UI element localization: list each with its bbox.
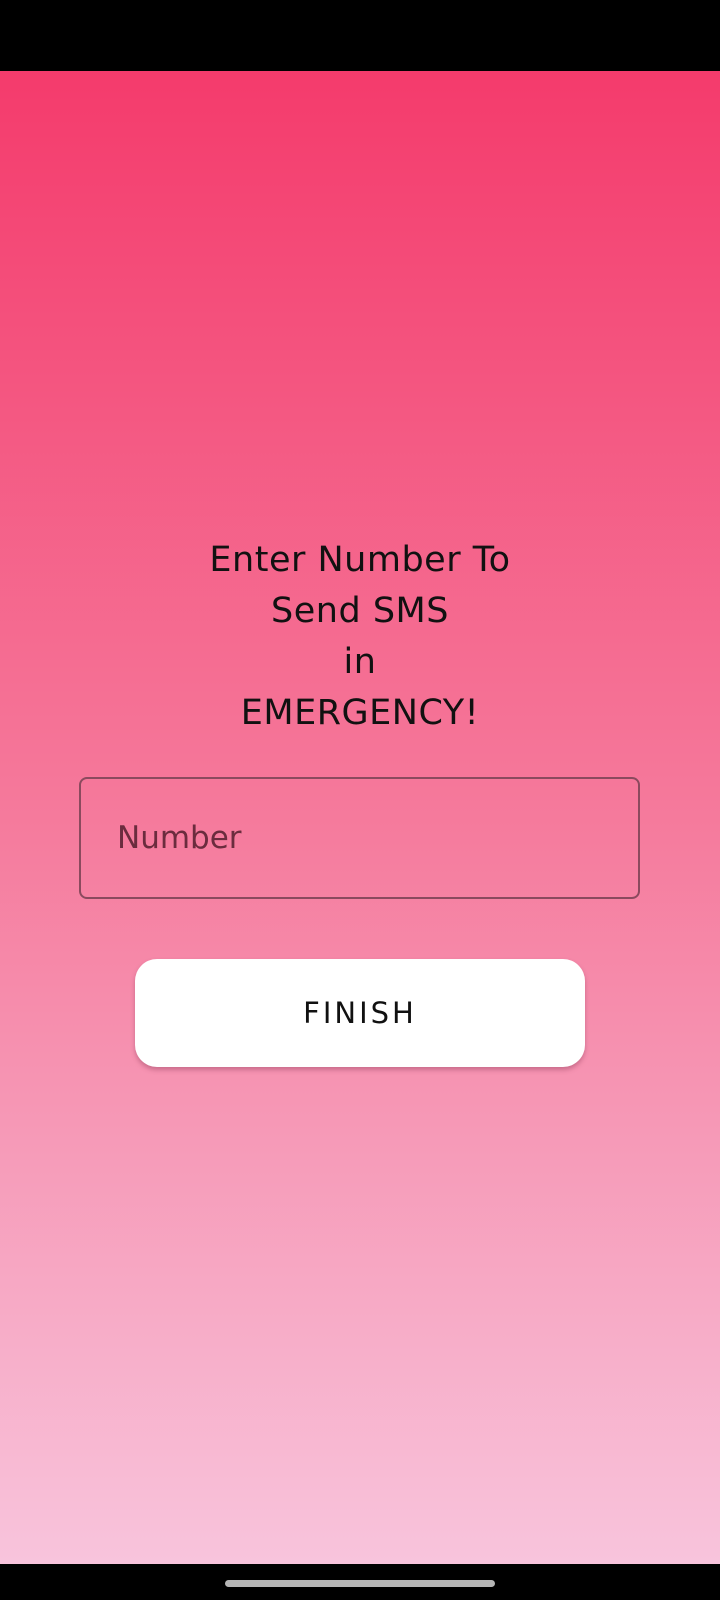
prompt-line-1: Enter Number To	[209, 540, 511, 580]
home-indicator-icon[interactable]	[225, 1580, 495, 1587]
emergency-prompt-heading: Enter Number To Send SMS in EMERGENCY!	[0, 535, 720, 739]
emergency-number-screen: Enter Number To Send SMS in EMERGENCY! F…	[0, 71, 720, 1564]
number-input[interactable]	[81, 779, 638, 897]
status-bar	[0, 0, 720, 71]
prompt-line-3: in	[343, 642, 377, 682]
prompt-line-2: Send SMS	[271, 591, 449, 631]
finish-button[interactable]: FINISH	[135, 959, 585, 1067]
prompt-line-4: EMERGENCY!	[240, 693, 480, 733]
number-field[interactable]	[79, 777, 640, 899]
